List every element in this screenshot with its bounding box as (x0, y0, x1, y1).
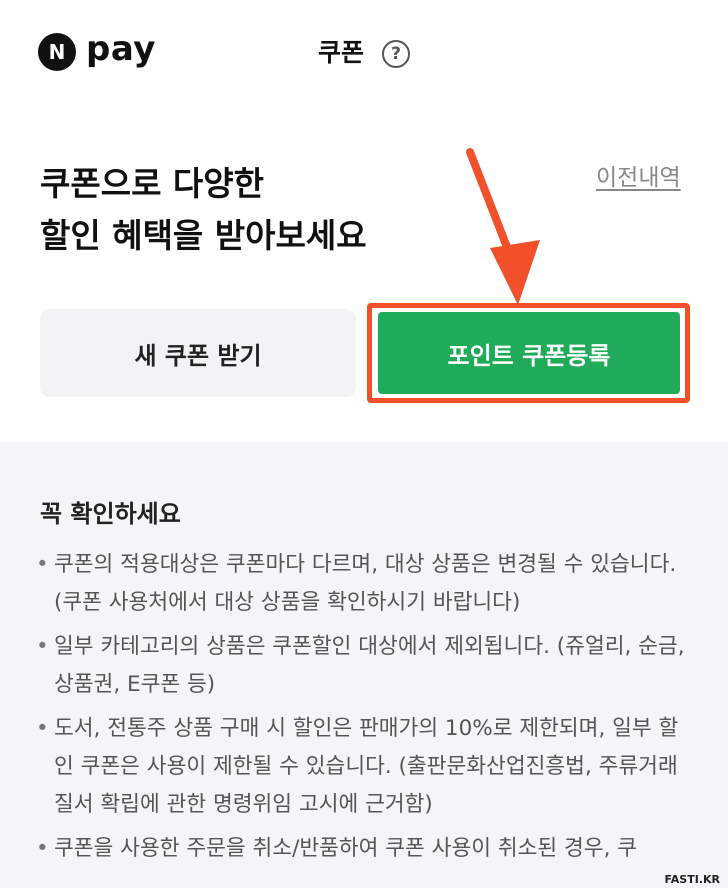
bullet: • (36, 836, 49, 861)
coupon-page: N pay 쿠폰 ? 쿠폰으로 다양한 할인 혜택을 받아보세요 이전내역 새 … (0, 0, 728, 888)
register-coupon-button[interactable]: 포인트 쿠폰등록 (378, 312, 680, 394)
notice-item: • 도서, 전통주 상품 구매 시 할인은 판매가의 10%로 제한되며, 일부… (34, 710, 694, 824)
annotation-arrow-icon (466, 148, 540, 305)
notice-item: • 쿠폰의 적용대상은 쿠폰마다 다르며, 대상 상품은 변경될 수 있습니다.… (34, 546, 694, 622)
notice-text: 일부 카테고리의 상품은 쿠폰할인 대상에서 제외됩니다. (쥬얼리, 순금, … (54, 634, 685, 697)
bullet: • (36, 634, 49, 659)
logo-text: pay (86, 29, 156, 69)
hero-title-line2: 할인 혜택을 받아보세요 (40, 216, 367, 255)
notice-text: 도서, 전통주 상품 구매 시 할인은 판매가의 10%로 제한되며, 일부 할… (54, 716, 679, 817)
page-title: 쿠폰 (318, 38, 365, 67)
logo-badge: N (38, 33, 76, 71)
hero-title-line1: 쿠폰으로 다양한 (40, 164, 265, 203)
header: N pay 쿠폰 ? (0, 0, 728, 100)
bullet: • (36, 716, 49, 741)
npay-logo[interactable]: N pay (38, 29, 156, 71)
notice-list: • 쿠폰의 적용대상은 쿠폰마다 다르며, 대상 상품은 변경될 수 있습니다.… (34, 546, 694, 874)
notice-title: 꼭 확인하세요 (40, 500, 181, 528)
history-link[interactable]: 이전내역 (596, 158, 681, 192)
help-icon[interactable]: ? (382, 40, 410, 68)
notice-item: • 일부 카테고리의 상품은 쿠폰할인 대상에서 제외됩니다. (쥬얼리, 순금… (34, 628, 694, 704)
notice-text: 쿠폰의 적용대상은 쿠폰마다 다르며, 대상 상품은 변경될 수 있습니다. (… (54, 552, 677, 615)
hero-title: 쿠폰으로 다양한 할인 혜택을 받아보세요 (40, 158, 367, 262)
watermark: FASTI.KR (664, 873, 720, 886)
new-coupon-button[interactable]: 새 쿠폰 받기 (40, 309, 356, 397)
bullet: • (36, 552, 49, 577)
notice-text: 쿠폰을 사용한 주문을 취소/반품하여 쿠폰 사용이 취소된 경우, 쿠 (54, 836, 638, 861)
notice-item: • 쿠폰을 사용한 주문을 취소/반품하여 쿠폰 사용이 취소된 경우, 쿠 (34, 830, 694, 868)
notice-section: 꼭 확인하세요 • 쿠폰의 적용대상은 쿠폰마다 다르며, 대상 상품은 변경될… (0, 442, 728, 888)
